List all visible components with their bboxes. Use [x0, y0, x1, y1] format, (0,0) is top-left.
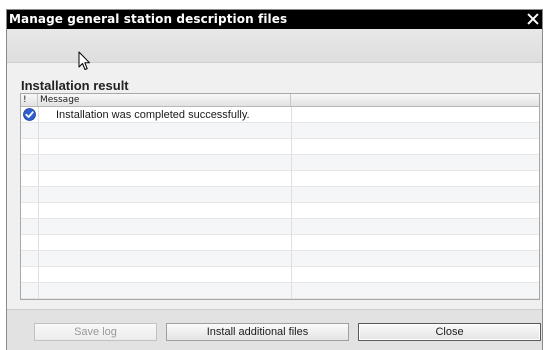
mouse-pointer-icon [78, 51, 90, 70]
empty-row [21, 139, 539, 155]
empty-row [21, 187, 539, 203]
column-header-status[interactable]: ! [21, 94, 38, 106]
column-divider [291, 107, 292, 299]
table-row[interactable]: Installation was completed successfully. [21, 107, 539, 123]
column-header-message[interactable]: Message [38, 94, 291, 106]
dialog-title: Manage general station description files [9, 12, 288, 26]
save-log-button[interactable]: Save log [34, 323, 157, 341]
empty-row [21, 155, 539, 171]
column-header-extra[interactable] [291, 94, 539, 106]
close-icon[interactable] [526, 9, 540, 28]
title-bar[interactable]: Manage general station description files [7, 10, 542, 29]
row-message: Installation was completed successfully. [56, 109, 250, 121]
empty-row [21, 171, 539, 187]
section-title: Installation result [21, 78, 129, 93]
install-additional-files-button[interactable]: Install additional files [166, 323, 349, 341]
column-divider [38, 107, 39, 299]
success-check-icon [23, 108, 36, 121]
empty-row [21, 251, 539, 267]
empty-row [21, 219, 539, 235]
close-button[interactable]: Close [358, 323, 541, 341]
empty-row [21, 123, 539, 139]
button-bar: Save log Install additional files Close [7, 309, 542, 350]
table-rows: Installation was completed successfully. [21, 107, 539, 299]
empty-row [21, 235, 539, 251]
table-header: ! Message [21, 94, 539, 107]
empty-row [21, 203, 539, 219]
empty-row [21, 267, 539, 283]
empty-row [21, 283, 539, 299]
result-table: ! Message Installation was completed suc… [20, 93, 540, 300]
